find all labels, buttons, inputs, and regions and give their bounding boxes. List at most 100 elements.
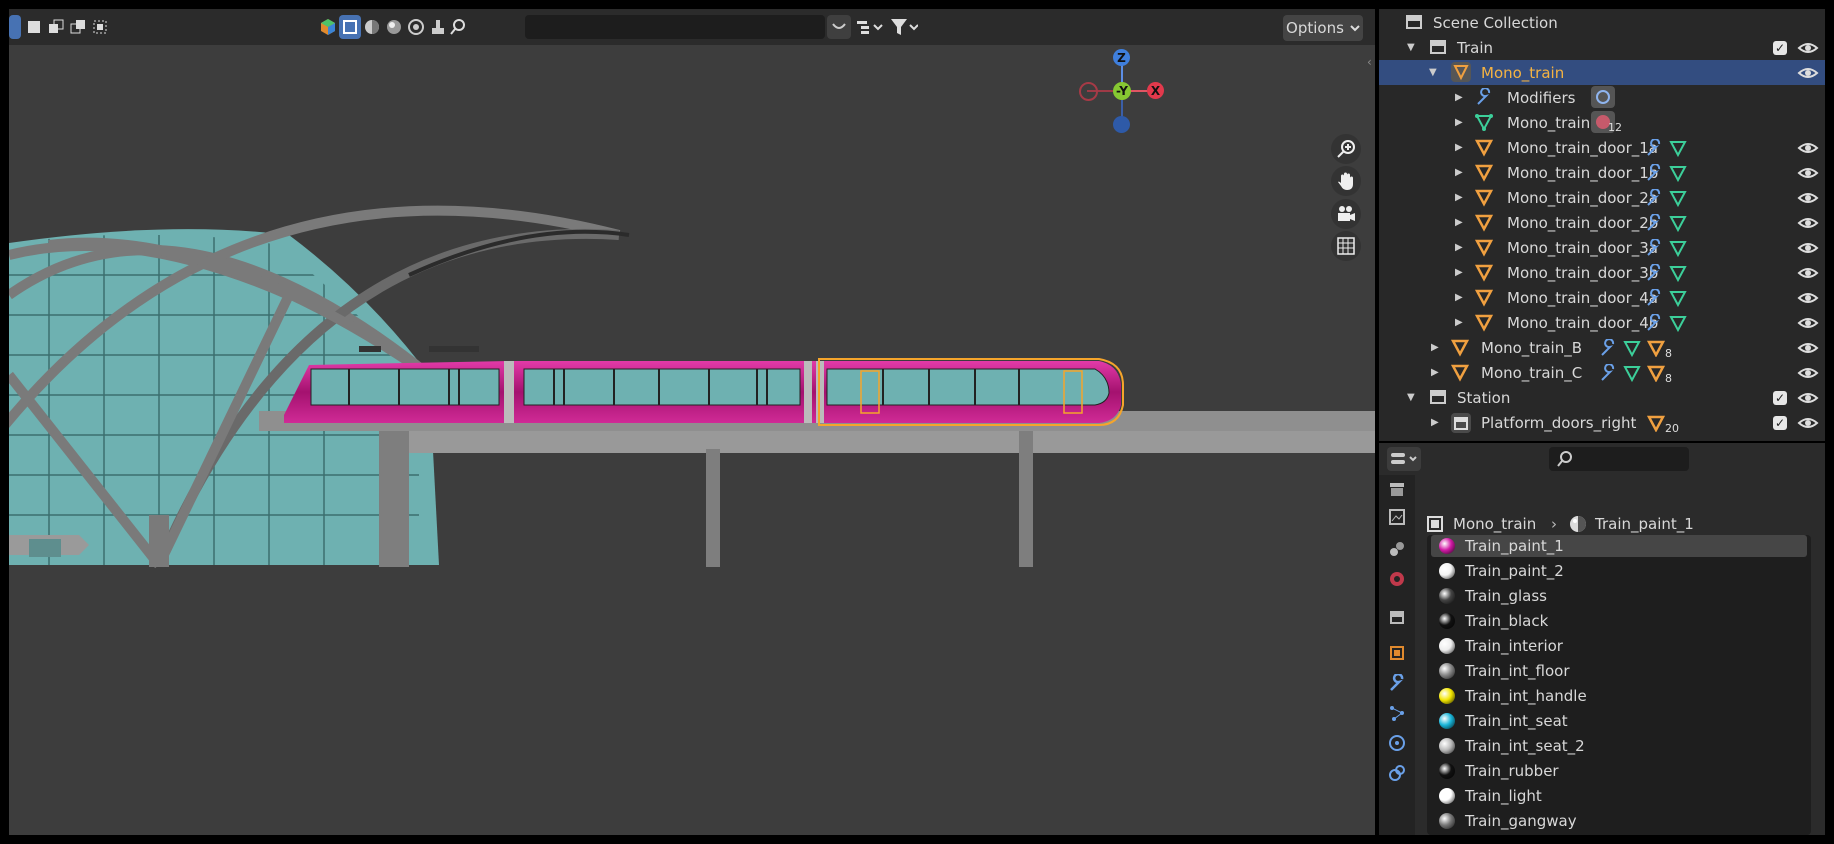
material-slot[interactable]: Train_rubber [1431,760,1807,782]
gizmo-x-axis[interactable]: X [1147,82,1164,99]
outliner-row-platform-doors-right[interactable]: ▶ Platform_doors_right 20 ✓ [1379,410,1825,435]
material-preview-icon[interactable] [383,15,405,39]
eye-icon[interactable] [1797,239,1819,257]
mesh-data-icon[interactable] [1669,264,1687,282]
material-slot[interactable]: Train_black [1431,610,1807,632]
output-tab-icon[interactable] [1385,505,1409,529]
outliner-row-mono-train[interactable]: ▼ Mono_train [1379,60,1825,85]
expand-right-icon[interactable]: ▶ [1455,217,1467,228]
outliner-row-door[interactable]: ▶ Mono_train_door_4b [1379,310,1825,335]
select-box-mode-button[interactable] [9,15,21,39]
material-slot[interactable]: Train_paint_2 [1431,560,1807,582]
options-dropdown[interactable]: Options [1283,15,1363,41]
expand-right-icon[interactable]: ▶ [1431,417,1443,428]
expand-down-icon[interactable]: ▼ [1407,392,1419,403]
expand-right-icon[interactable]: ▶ [1455,117,1467,128]
select-extend-icon[interactable] [45,15,67,39]
expand-down-icon[interactable]: ▼ [1429,67,1441,78]
zoom-icon[interactable] [1331,134,1361,164]
outliner-row-modifiers[interactable]: ▶ Modifiers [1379,85,1825,110]
expand-right-icon[interactable]: ▶ [1431,367,1443,378]
wireframe-shading-button[interactable] [339,15,361,39]
solid-shading-icon[interactable] [361,15,383,39]
object-tab-icon[interactable] [1385,641,1409,665]
material-slot[interactable]: Train_int_floor [1431,660,1807,682]
material-slot[interactable]: Train_int_handle [1431,685,1807,707]
material-slot[interactable]: Train_glass [1431,585,1807,607]
material-slot-list[interactable]: Train_paint_1 Train_paint_2 Train_glass … [1427,535,1811,835]
wrench-icon[interactable] [1645,214,1663,232]
world-tab-icon[interactable] [1385,605,1409,629]
outliner-row-mono-train-mesh[interactable]: ▶ Mono_train 12 [1379,110,1825,135]
wrench-icon[interactable] [1645,164,1663,182]
rendered-shading-icon[interactable] [405,15,427,39]
select-new-icon[interactable] [23,15,45,39]
expand-right-icon[interactable]: ▶ [1455,292,1467,303]
expand-right-icon[interactable]: ▶ [1455,192,1467,203]
3d-viewport[interactable]: Options ‹ Z -Y X [9,9,1375,835]
collection-checkbox[interactable]: ✓ [1773,40,1787,55]
overlays-icon[interactable] [317,15,339,39]
mesh-data-icon[interactable] [1669,289,1687,307]
particles-tab-icon[interactable] [1385,701,1409,725]
eye-icon[interactable] [1797,214,1819,232]
mesh-data-icon[interactable] [1623,364,1641,382]
gizmo-neg-x-axis[interactable] [1079,82,1098,101]
mesh-data-icon[interactable] [1669,314,1687,332]
wrench-icon[interactable] [1645,314,1663,332]
display-mode-icon[interactable] [855,15,885,39]
expand-right-icon[interactable]: ▶ [1455,267,1467,278]
wrench-icon[interactable] [1599,364,1617,382]
outliner-row-door[interactable]: ▶ Mono_train_door_1b [1379,160,1825,185]
wrench-icon[interactable] [1645,289,1663,307]
eye-icon[interactable] [1797,339,1819,357]
render-tab-icon[interactable] [1385,477,1409,501]
collection-checkbox[interactable]: ✓ [1773,390,1787,405]
eye-icon[interactable] [1797,39,1819,57]
constraints-tab-icon[interactable] [1385,761,1409,785]
gizmo-neg-z-axis[interactable] [1113,116,1130,133]
view-layer-tab-icon[interactable] [1385,537,1409,561]
camera-view-icon[interactable] [1331,199,1361,229]
eye-icon[interactable] [1797,389,1819,407]
gizmo-z-axis[interactable]: Z [1113,49,1130,66]
filter-sort-button[interactable] [827,15,851,39]
children-objects-icon[interactable] [1647,364,1665,382]
expand-down-icon[interactable]: ▼ [1407,42,1419,53]
expand-right-icon[interactable]: ▶ [1431,342,1443,353]
modifier-tab-icon[interactable] [1385,671,1409,695]
wrench-icon[interactable] [1645,264,1663,282]
collection-checkbox[interactable]: ✓ [1773,415,1787,430]
eye-icon[interactable] [1797,139,1819,157]
mesh-data-icon[interactable] [1669,164,1687,182]
eye-icon[interactable] [1797,189,1819,207]
eye-icon[interactable] [1797,364,1819,382]
eye-icon[interactable] [1797,64,1819,82]
eye-icon[interactable] [1797,289,1819,307]
mesh-data-icon[interactable] [1669,214,1687,232]
editor-type-button[interactable] [1387,447,1421,471]
select-subtract-icon[interactable] [67,15,89,39]
eye-icon[interactable] [1797,164,1819,182]
material-slot[interactable]: Train_int_seat_2 [1431,735,1807,757]
properties-panel[interactable]: Mono_train › Train_paint_1 Train_paint_1… [1379,443,1825,835]
outliner-row-mono-train-b[interactable]: ▶ Mono_train_B 8 [1379,335,1825,360]
expand-right-icon[interactable]: ▶ [1455,317,1467,328]
expand-right-icon[interactable]: ▶ [1455,167,1467,178]
gizmo-neg-y-axis[interactable]: -Y [1113,82,1131,100]
eye-icon[interactable] [1797,264,1819,282]
outliner-row-train-collection[interactable]: ▼ Train ✓ [1379,35,1825,60]
material-slot[interactable]: Train_paint_1 [1431,535,1807,557]
outliner-row-scene-collection[interactable]: Scene Collection [1379,10,1825,35]
eye-icon[interactable] [1797,314,1819,332]
outliner-panel[interactable]: Scene Collection ▼ Train ✓ ▼ Mono_train … [1379,9,1825,441]
outliner-row-door[interactable]: ▶ Mono_train_door_4a [1379,285,1825,310]
expand-right-icon[interactable]: ▶ [1455,242,1467,253]
children-objects-icon[interactable] [1647,339,1665,357]
mesh-data-icon[interactable] [1669,189,1687,207]
outliner-row-mono-train-c[interactable]: ▶ Mono_train_C 8 [1379,360,1825,385]
physics-tab-icon[interactable] [1385,731,1409,755]
expand-right-icon[interactable]: ▶ [1455,142,1467,153]
children-objects-icon[interactable] [1647,414,1665,432]
select-intersect-icon[interactable] [89,15,111,39]
